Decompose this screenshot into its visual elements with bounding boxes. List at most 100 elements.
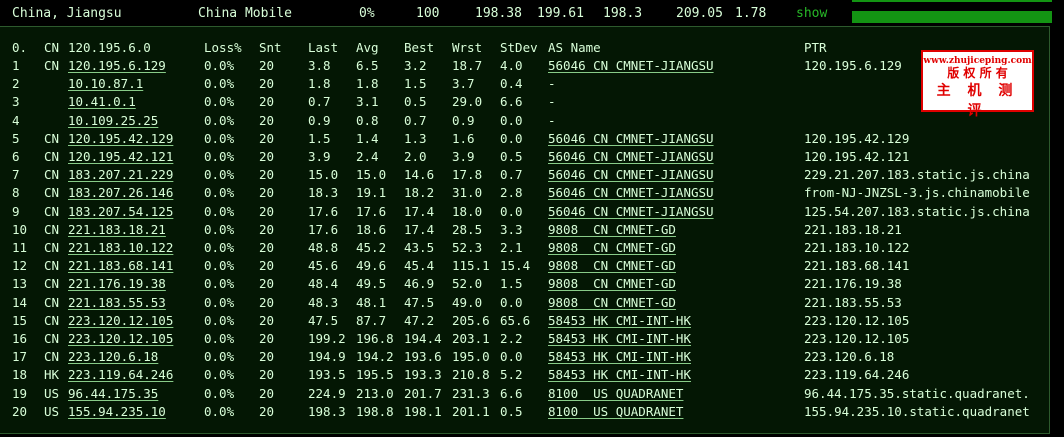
cell-last: 15.0 [308,167,339,183]
cell-wrst: 18.7 [452,58,483,73]
cell-best: 46.9 [404,276,435,292]
cell-avg: 196.8 [356,331,394,346]
summary-location: China, Jiangsu [12,6,122,21]
header-last: Last [308,40,339,55]
cell-loss: 0.0% [204,312,235,328]
cell-best: 43.5 [404,240,435,255]
cell-hop: 8 [12,185,20,201]
cell-host[interactable]: 223.120.12.105 [68,332,173,346]
cell-best: 2.0 [404,149,427,164]
cell-cc: CN [44,294,60,310]
cell-as[interactable]: 8100 US QUADRANET [548,386,683,401]
cell-host[interactable]: 183.207.21.229 [68,168,173,182]
cell-stdev: 6.6 [500,385,523,401]
cell-stdev: 0.0 [500,130,523,146]
cell-host[interactable]: 183.207.54.125 [68,204,173,219]
cell-loss: 0.0% [204,385,235,401]
cell-wrst: 205.6 [452,312,490,328]
cell-avg: 2.4 [356,149,379,164]
cell-as[interactable]: 9808 CN CMNET-GD [548,222,676,237]
cell-stdev: 0.0 [500,294,523,310]
summary-progress-bar [852,11,1052,23]
watermark-stamp: www.zhujiceping.com 版 权 所 有 主 机 测 评 [921,50,1034,119]
cell-best: 1.3 [404,130,427,146]
cell-cc: CN [44,258,60,274]
cell-hop: 5 [12,130,20,146]
cell-cc: HK [44,367,60,383]
cell-snt: 20 [259,385,275,401]
cell-host[interactable]: 223.119.64.246 [68,368,173,382]
cell-as[interactable]: 56046 CN CMNET-JIANGSU [548,204,714,219]
cell-host[interactable]: 10.10.87.1 [68,77,143,91]
cell-last: 47.5 [308,312,339,328]
cell-ptr: 125.54.207.183.static.js.china [804,203,1030,219]
cell-as[interactable]: 8100 US QUADRANET [548,404,683,419]
cell-cc: CN [44,349,60,365]
cell-best: 0.5 [404,94,427,110]
cell-best: 201.7 [404,385,442,401]
cell-host[interactable]: 221.176.19.38 [68,277,166,291]
cell-host[interactable]: 120.195.42.129 [68,131,173,146]
cell-host[interactable]: 221.183.55.53 [68,295,166,310]
cell-host[interactable]: 120.195.6.129 [68,59,166,73]
cell-host[interactable]: 223.120.12.105 [68,313,173,328]
cell-loss: 0.0% [204,349,235,365]
cell-as[interactable]: 56046 CN CMNET-JIANGSU [548,150,714,164]
cell-as[interactable]: 9808 CN CMNET-GD [548,277,676,291]
cell-host[interactable]: 155.94.235.10 [68,404,166,419]
cell-best: 3.2 [404,58,427,73]
cell-avg: 17.6 [356,203,387,219]
cell-host[interactable]: 96.44.175.35 [68,386,158,401]
cell-cc: CN [44,58,60,73]
summary-top-line [852,0,1052,2]
cell-hop: 11 [12,240,28,255]
cell-snt: 20 [259,203,275,219]
cell-avg: 45.2 [356,240,387,255]
cell-as[interactable]: 58453 HK CMI-INT-HK [548,350,691,364]
show-button[interactable]: show [796,6,827,21]
cell-host[interactable]: 223.120.6.18 [68,350,158,364]
cell-cc: CN [44,130,60,146]
cell-host[interactable]: 221.183.18.21 [68,222,166,237]
cell-snt: 20 [259,76,275,92]
cell-loss: 0.0% [204,240,235,255]
cell-as[interactable]: 9808 CN CMNET-GD [548,295,676,310]
cell-loss: 0.0% [204,203,235,219]
cell-host[interactable]: 10.109.25.25 [68,113,158,128]
cell-as[interactable]: 56046 CN CMNET-JIANGSU [548,131,714,146]
cell-cc: CN [44,331,60,346]
cell-host[interactable]: 10.41.0.1 [68,95,136,109]
header-best: Best [404,40,435,55]
header-cc: CN [44,40,60,55]
cell-hop: 16 [12,331,28,346]
cell-stdev: 0.0 [500,112,523,128]
cell-best: 198.1 [404,403,442,419]
cell-as[interactable]: 58453 HK CMI-INT-HK [548,368,691,382]
cell-best: 1.5 [404,76,427,92]
cell-best: 17.4 [404,221,435,237]
cell-hop: 3 [12,94,20,110]
cell-host[interactable]: 221.183.10.122 [68,241,173,255]
cell-as[interactable]: 58453 HK CMI-INT-HK [548,313,691,328]
cell-as: - [548,112,556,128]
watermark-url: www.zhujiceping.com [923,56,1032,66]
cell-snt: 20 [259,403,275,419]
cell-host[interactable]: 120.195.42.121 [68,150,173,164]
cell-avg: 15.0 [356,167,387,183]
cell-host[interactable]: 221.183.68.141 [68,259,173,273]
header-hop: 0. [12,40,28,55]
cell-as[interactable]: 56046 CN CMNET-JIANGSU [548,168,714,182]
cell-last: 17.6 [308,203,339,219]
cell-last: 48.8 [308,240,339,255]
cell-ptr: 155.94.235.10.static.quadranet [804,403,1030,419]
cell-ptr: 223.120.12.105 [804,331,910,346]
cell-as[interactable]: 58453 HK CMI-INT-HK [548,332,691,346]
cell-ptr: 223.119.64.246 [804,367,910,383]
cell-as[interactable]: 56046 CN CMNET-JIANGSU [548,186,714,200]
cell-host[interactable]: 183.207.26.146 [68,186,173,200]
cell-as[interactable]: 56046 CN CMNET-JIANGSU [548,59,714,73]
cell-as[interactable]: 9808 CN CMNET-GD [548,241,676,255]
cell-as[interactable]: 9808 CN CMNET-GD [548,259,676,273]
cell-last: 3.8 [308,58,331,73]
cell-wrst: 17.8 [452,167,483,183]
